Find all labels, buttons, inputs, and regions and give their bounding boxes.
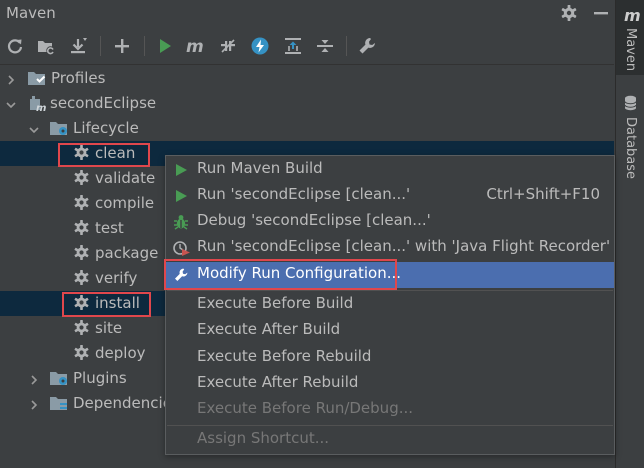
run-icon (173, 188, 189, 208)
goal-label: verify (95, 269, 138, 287)
gear-icon (73, 294, 90, 315)
chevron-right-icon[interactable] (28, 372, 40, 390)
menu-item-execute-before-rebuild[interactable]: Execute Before Rebuild (166, 345, 614, 371)
maven-stripe-tab[interactable]: m Maven (616, 0, 644, 75)
menu-item-execute-after-rebuild[interactable]: Execute After Rebuild (166, 371, 614, 397)
maven-stripe-label: Maven (623, 28, 638, 72)
menu-item-label: Execute After Build (197, 320, 341, 338)
menu-item-execute-before-build[interactable]: Execute Before Build (166, 292, 614, 318)
gear-icon[interactable] (560, 4, 578, 22)
gear-icon (73, 244, 90, 265)
wrench-icon (173, 267, 189, 287)
menu-item-assign-shortcut: Assign Shortcut... (166, 427, 614, 453)
goal-label: install (95, 294, 140, 312)
svg-text:m: m (186, 37, 204, 56)
menu-item-label: Run Maven Build (197, 159, 323, 177)
dependencies-folder-icon (49, 394, 69, 416)
plus-icon[interactable] (112, 36, 132, 56)
collapse-icon[interactable] (315, 36, 335, 56)
goal-label: compile (95, 194, 155, 212)
profiles-label: Profiles (51, 69, 106, 87)
plugins-folder-icon (49, 369, 69, 391)
menu-item-label: Run 'secondEclipse [clean...' (197, 185, 411, 203)
menu-item-modify-run-configuration[interactable]: Modify Run Configuration... (166, 262, 614, 288)
gear-icon (73, 319, 90, 340)
panel-title: Maven (6, 4, 56, 22)
gear-icon (73, 344, 90, 365)
maven-m-icon: m (624, 6, 641, 25)
tree-row-profiles[interactable]: Profiles (0, 66, 614, 91)
gear-icon (73, 194, 90, 215)
svg-text:m: m (36, 103, 46, 112)
gear-icon (73, 169, 90, 190)
menu-item-run-maven-build[interactable]: Run Maven Build (166, 157, 614, 183)
profiles-folder-icon (27, 69, 47, 91)
menu-item-label: Execute Before Rebuild (197, 347, 372, 365)
gear-icon (73, 269, 90, 290)
maven-m-icon[interactable]: m (185, 36, 205, 57)
menu-item-label: Run 'secondEclipse [clean...' with 'Java… (197, 237, 611, 255)
lifecycle-folder-icon (49, 119, 69, 141)
lightning-icon[interactable] (250, 36, 270, 56)
goal-label: site (95, 319, 123, 337)
gear-icon (73, 219, 90, 240)
plugins-label: Plugins (73, 369, 127, 387)
wrench-icon[interactable] (357, 36, 377, 56)
menu-item-label: Execute After Rebuild (197, 373, 359, 391)
menu-item-run-config[interactable]: Run 'secondEclipse [clean...' Ctrl+Shift… (166, 183, 614, 209)
tree-row-project[interactable]: m secondEclipse (0, 91, 614, 116)
goal-label: deploy (95, 344, 146, 362)
chevron-down-icon[interactable] (5, 97, 17, 115)
dependencies-icon[interactable] (283, 36, 303, 56)
chevron-right-icon[interactable] (5, 72, 17, 90)
menu-item-shortcut: Ctrl+Shift+F10 (486, 185, 600, 203)
debug-icon (173, 214, 189, 234)
project-label: secondEclipse (50, 94, 157, 112)
menu-item-execute-before-run-debug: Execute Before Run/Debug... (166, 397, 614, 423)
tree-row-lifecycle[interactable]: Lifecycle (0, 116, 614, 141)
goal-label: package (95, 244, 159, 262)
goal-label: validate (95, 169, 156, 187)
profiler-icon (173, 240, 191, 260)
maven-project-icon: m (28, 94, 46, 116)
menu-item-label: Assign Shortcut... (197, 429, 330, 447)
gear-icon (73, 144, 90, 165)
dependencies-label: Dependencies (73, 394, 180, 412)
menu-item-execute-after-build[interactable]: Execute After Build (166, 318, 614, 344)
chevron-down-icon[interactable] (28, 122, 40, 140)
offline-icon[interactable] (218, 36, 238, 56)
maven-toolbar: m (0, 27, 614, 65)
refresh-icon[interactable] (5, 36, 25, 56)
database-icon[interactable] (624, 95, 637, 111)
run-icon (173, 162, 189, 182)
goal-label: clean (95, 144, 136, 162)
menu-item-label: Execute Before Run/Debug... (197, 399, 414, 417)
download-icon[interactable] (68, 36, 88, 56)
right-tool-stripe: m Maven Database (615, 0, 644, 468)
tool-window-header: Maven (0, 0, 614, 27)
folder-refresh-icon[interactable] (36, 36, 56, 56)
chevron-right-icon[interactable] (28, 397, 40, 415)
goal-label: test (95, 219, 124, 237)
minimize-icon[interactable] (592, 4, 610, 22)
database-stripe-label[interactable]: Database (623, 117, 638, 179)
menu-item-debug-config[interactable]: Debug 'secondEclipse [clean...' (166, 209, 614, 235)
lifecycle-label: Lifecycle (73, 119, 139, 137)
menu-item-label: Debug 'secondEclipse [clean...' (197, 211, 431, 229)
menu-item-label: Modify Run Configuration... (197, 264, 402, 282)
play-icon[interactable] (155, 36, 175, 56)
context-menu: Run Maven Build Run 'secondEclipse [clea… (165, 155, 615, 455)
menu-item-label: Execute Before Build (197, 294, 354, 312)
menu-item-run-with-jfr[interactable]: Run 'secondEclipse [clean...' with 'Java… (166, 235, 614, 261)
